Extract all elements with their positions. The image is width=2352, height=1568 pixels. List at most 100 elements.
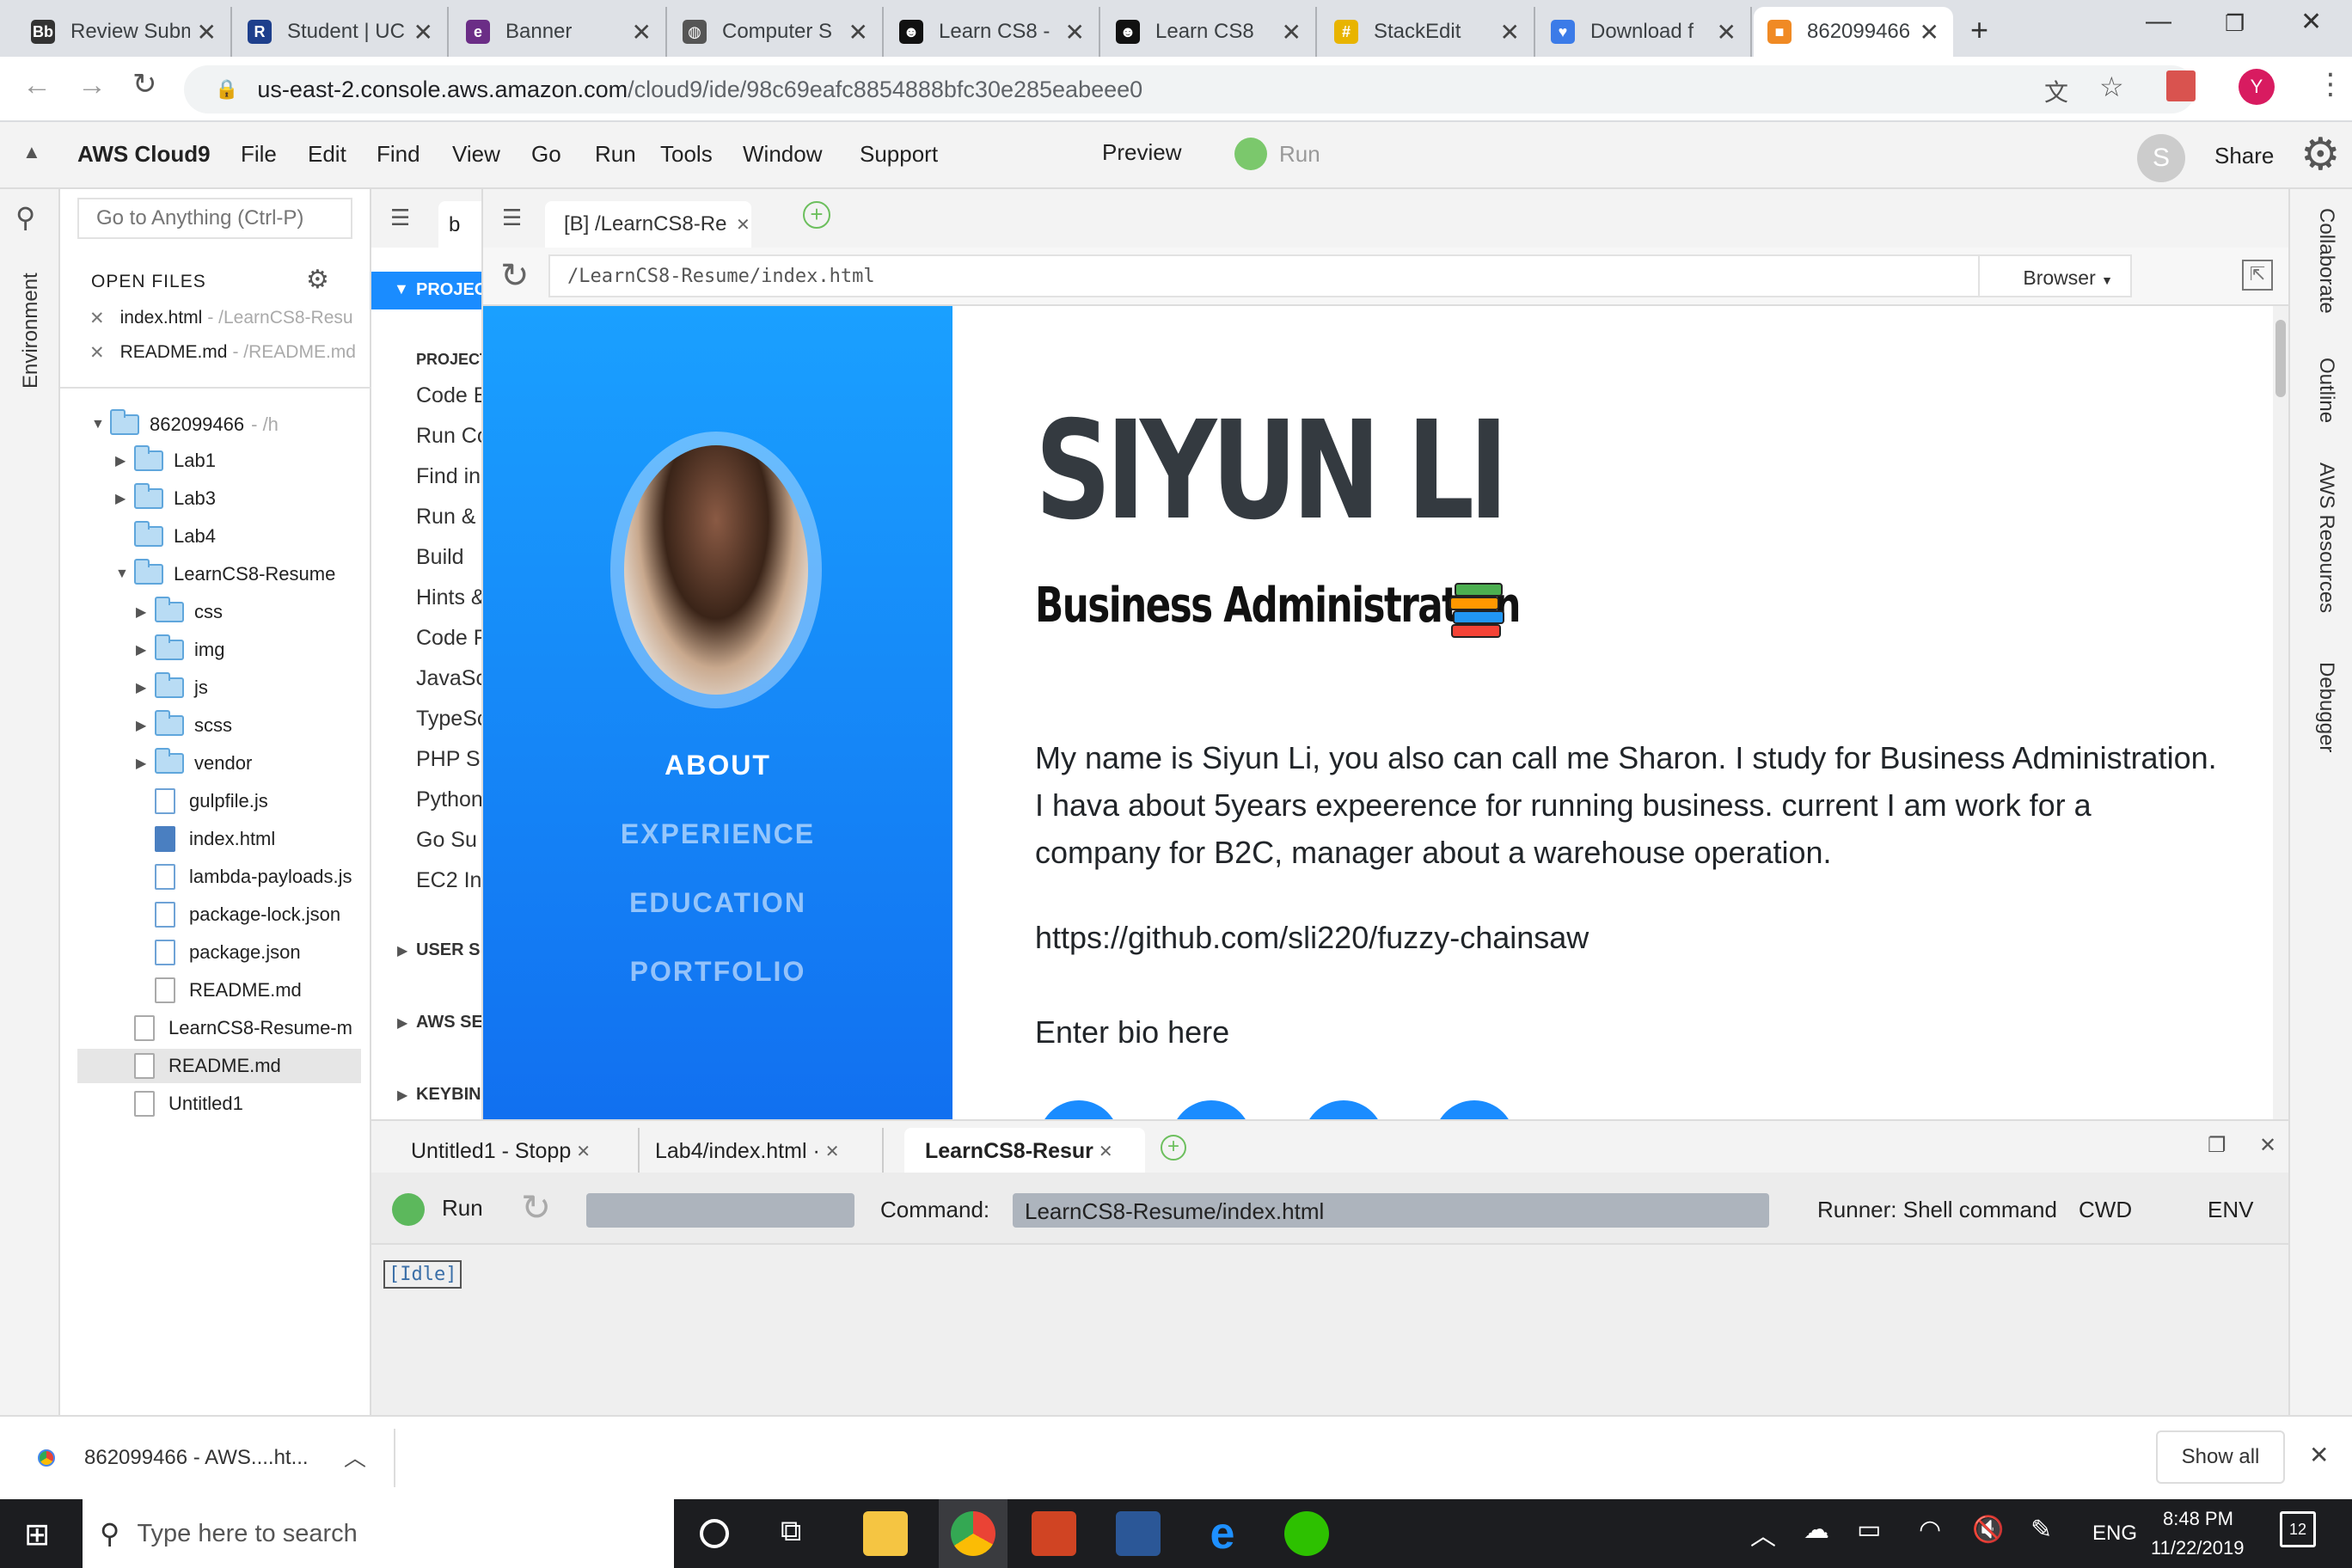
preview-scrollbar[interactable] bbox=[2273, 306, 2288, 1119]
language-indicator[interactable]: ENG bbox=[2092, 1522, 2137, 1546]
expand-arrow-icon[interactable]: ▶ bbox=[136, 603, 155, 621]
forward-icon[interactable]: → bbox=[77, 69, 107, 102]
rail-tab-outline[interactable]: Outline bbox=[2314, 358, 2338, 423]
onedrive-icon[interactable]: ☁ bbox=[1804, 1515, 1829, 1545]
rail-tab-collaborate[interactable]: Collaborate bbox=[2314, 208, 2338, 314]
windows-start-icon[interactable]: ⊞ bbox=[24, 1516, 50, 1553]
rail-tab-debugger[interactable]: Debugger bbox=[2314, 662, 2338, 752]
tree-item[interactable]: ▶ Lab3 bbox=[115, 481, 216, 516]
close-tab-icon[interactable]: ✕ bbox=[1282, 18, 1302, 46]
tree-item[interactable]: ▼ LearnCS8-Resume bbox=[115, 557, 335, 591]
taskbar-search[interactable]: ⚲ Type here to search bbox=[83, 1499, 674, 1568]
menu-window[interactable]: Window bbox=[743, 141, 822, 168]
command-item[interactable]: PHP S bbox=[416, 747, 481, 772]
menu-support[interactable]: Support bbox=[860, 141, 938, 168]
menu-edit[interactable]: Edit bbox=[308, 141, 346, 168]
resume-github-link[interactable]: https://github.com/sli220/fuzzy-chainsaw bbox=[1035, 920, 1589, 956]
popout-icon[interactable]: ⇱ bbox=[2242, 260, 2273, 291]
close-tab-icon[interactable]: ✕ bbox=[632, 18, 652, 46]
tree-item[interactable]: ▶ css bbox=[136, 595, 223, 629]
commands-tab[interactable]: b bbox=[438, 201, 481, 248]
console-tab[interactable]: Untitled1 - Stopp ✕ bbox=[390, 1128, 640, 1174]
browser-select[interactable]: Browser ▼ bbox=[1978, 256, 2130, 296]
tree-item[interactable]: Lab4 bbox=[115, 519, 216, 554]
menu-run[interactable]: Run bbox=[595, 141, 636, 168]
resume-nav-about[interactable]: ABOUT bbox=[483, 750, 952, 781]
run-play-icon[interactable] bbox=[1234, 138, 1267, 170]
tree-item[interactable]: README.md bbox=[136, 973, 302, 1008]
rail-tab-aws-resources[interactable]: AWS Resources bbox=[2314, 462, 2338, 613]
social-icon-3[interactable] bbox=[1303, 1100, 1384, 1119]
editor-tab-preview[interactable]: [B] /LearnCS8-Re ✕ bbox=[545, 201, 751, 248]
translate-icon[interactable]: 文 bbox=[2044, 74, 2068, 108]
close-tab-icon[interactable]: ✕ bbox=[825, 1141, 840, 1162]
expand-arrow-icon[interactable]: ▶ bbox=[136, 679, 155, 696]
volume-muted-icon[interactable]: 🔇 bbox=[1972, 1515, 2004, 1545]
social-icon-1[interactable] bbox=[1038, 1100, 1119, 1119]
close-tab-icon[interactable]: ✕ bbox=[413, 18, 433, 46]
env-button[interactable]: ENV bbox=[2208, 1197, 2253, 1223]
browser-tab[interactable]: # StackEdit ✕ bbox=[1320, 7, 1535, 57]
menu-go[interactable]: Go bbox=[531, 141, 561, 168]
show-all-button[interactable]: Show all bbox=[2156, 1430, 2285, 1484]
bookmark-star-icon[interactable]: ☆ bbox=[2099, 70, 2124, 103]
chrome-taskbar-active[interactable] bbox=[939, 1499, 1008, 1568]
tree-item[interactable]: gulpfile.js bbox=[136, 784, 268, 818]
command-item[interactable]: EC2 In bbox=[416, 868, 481, 893]
browser-menu-icon[interactable]: ⋮ bbox=[2316, 67, 2345, 101]
expand-arrow-icon[interactable]: ▼ bbox=[91, 417, 110, 432]
tree-settings-gear-icon[interactable]: ⚙ bbox=[306, 265, 329, 295]
expand-arrow-icon[interactable]: ▶ bbox=[115, 452, 134, 469]
command-item[interactable]: Python bbox=[416, 787, 481, 812]
resume-nav-experience[interactable]: EXPERIENCE bbox=[483, 818, 952, 850]
add-console-tab-icon[interactable]: + bbox=[1161, 1135, 1186, 1161]
scrollbar-thumb[interactable] bbox=[2275, 320, 2286, 397]
open-file-item[interactable]: ✕ index.html - /LearnCS8-Resu bbox=[89, 301, 353, 335]
wechat-icon[interactable] bbox=[1284, 1511, 1329, 1556]
user-avatar[interactable]: S bbox=[2137, 134, 2185, 182]
tree-item[interactable]: lambda-payloads.js bbox=[136, 860, 352, 894]
tree-item[interactable]: LearnCS8-Resume-m bbox=[115, 1011, 352, 1045]
close-tab-icon[interactable]: ✕ bbox=[576, 1141, 591, 1162]
tree-item[interactable]: ▶ vendor bbox=[136, 746, 252, 781]
collapse-menu-icon[interactable]: ▲ bbox=[22, 141, 41, 163]
command-item[interactable]: Code F bbox=[416, 626, 481, 651]
section-arrow-icon[interactable]: ▶ bbox=[397, 942, 407, 959]
tree-item[interactable]: ▶ Lab1 bbox=[115, 444, 216, 478]
open-file-item[interactable]: ✕ README.md - /README.md bbox=[89, 335, 356, 370]
close-download-bar-icon[interactable]: ✕ bbox=[2309, 1441, 2329, 1469]
download-file-name[interactable]: 862099466 - AWS....ht... bbox=[84, 1446, 309, 1470]
close-tab-icon[interactable]: ✕ bbox=[1065, 18, 1085, 46]
expand-arrow-icon[interactable]: ▶ bbox=[136, 641, 155, 658]
tree-item[interactable]: package.json bbox=[136, 935, 301, 970]
command-item[interactable]: Build bbox=[416, 545, 464, 570]
search-icon[interactable]: ⚲ bbox=[15, 201, 35, 234]
pen-icon[interactable]: ✎ bbox=[2030, 1515, 2052, 1545]
maximize-console-icon[interactable]: ❐ bbox=[2208, 1133, 2226, 1158]
close-tab-icon[interactable]: ✕ bbox=[1920, 18, 1939, 46]
command-item[interactable]: TypeSc bbox=[416, 707, 481, 732]
tree-item[interactable]: README.md bbox=[77, 1049, 361, 1083]
close-console-icon[interactable]: ✕ bbox=[2259, 1133, 2276, 1158]
commands-section[interactable]: AWS SE bbox=[416, 1013, 481, 1032]
environment-tab[interactable]: Environment bbox=[19, 273, 43, 389]
share-button[interactable]: Share bbox=[2214, 143, 2274, 169]
menu-view[interactable]: View bbox=[452, 141, 500, 168]
reload-icon[interactable]: ↻ bbox=[132, 67, 157, 101]
command-item[interactable]: Run & bbox=[416, 505, 475, 530]
restore-icon[interactable]: ❐ bbox=[2225, 10, 2245, 37]
close-tab-icon[interactable]: ✕ bbox=[736, 214, 750, 236]
tray-chevron-icon[interactable]: ︿ bbox=[1750, 1515, 1776, 1553]
close-tab-icon[interactable]: ✕ bbox=[1717, 18, 1736, 46]
browser-tab[interactable]: e Banner ✕ bbox=[452, 7, 667, 57]
tree-item[interactable]: index.html bbox=[136, 822, 275, 856]
wifi-icon[interactable]: ◠ bbox=[1919, 1515, 1941, 1545]
expand-arrow-icon[interactable]: ▼ bbox=[115, 567, 134, 582]
expand-arrow-icon[interactable]: ▶ bbox=[136, 717, 155, 734]
settings-gear-icon[interactable]: ⚙ bbox=[2300, 129, 2341, 181]
browser-tab[interactable]: Bb Review Submissio ✕ bbox=[17, 7, 232, 57]
word-icon[interactable] bbox=[1116, 1511, 1161, 1556]
browser-tab[interactable]: ☻ Learn CS8 ✕ bbox=[1102, 7, 1317, 57]
download-options-chevron-icon[interactable]: ︿ bbox=[344, 1441, 366, 1473]
action-center-icon[interactable]: 12 bbox=[2280, 1511, 2316, 1547]
